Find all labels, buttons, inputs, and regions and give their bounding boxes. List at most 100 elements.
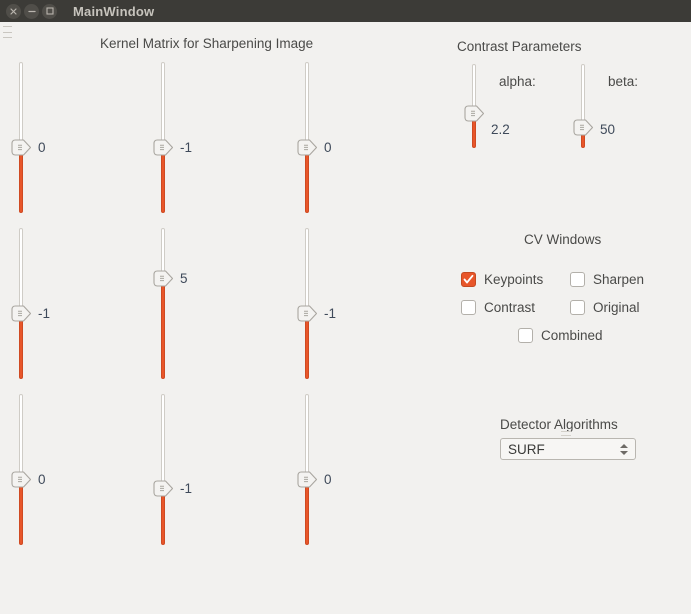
chevron-up-icon[interactable] — [620, 443, 628, 448]
contrast-params-heading: Contrast Parameters — [457, 39, 582, 54]
checkbox-combined[interactable] — [518, 328, 533, 343]
slider-value-label: -1 — [38, 306, 51, 321]
slider-name-label: beta: — [608, 74, 639, 89]
checkbox-label-keypoints: Keypoints — [484, 272, 544, 287]
slider-handle[interactable] — [11, 305, 32, 322]
maximize-button[interactable] — [42, 3, 57, 19]
slider-thumb-icon — [464, 105, 485, 122]
slider-track-upper[interactable] — [305, 228, 309, 311]
slider-thumb-icon — [11, 139, 32, 156]
slider-track-filled[interactable] — [305, 319, 309, 379]
slider-track-upper[interactable] — [305, 394, 309, 477]
slider-value-label: 5 — [180, 271, 188, 286]
kernel-matrix-heading: Kernel Matrix for Sharpening Image — [100, 36, 314, 51]
checkbox-row-combined[interactable]: Combined — [518, 328, 603, 343]
slider-track-filled[interactable] — [161, 153, 165, 213]
slider-thumb-icon — [153, 139, 174, 156]
slider-track-filled[interactable] — [161, 494, 165, 545]
contrast-slider-beta[interactable]: 50 beta: — [570, 64, 638, 148]
minimize-button[interactable] — [24, 3, 39, 19]
slider-track-filled[interactable] — [19, 485, 23, 545]
checkbox-contrast[interactable] — [461, 300, 476, 315]
grip-line — [3, 31, 12, 33]
grip-line — [3, 37, 12, 38]
combo-grip-handle[interactable] — [561, 431, 571, 436]
slider-value-label: -1 — [180, 481, 193, 496]
slider-thumb-icon — [11, 471, 32, 488]
slider-track-upper[interactable] — [472, 64, 476, 111]
grip-line — [561, 435, 571, 436]
checkbox-label-original: Original — [593, 300, 640, 315]
slider-handle[interactable] — [297, 139, 318, 156]
slider-thumb-icon — [11, 305, 32, 322]
close-button[interactable] — [6, 3, 21, 19]
slider-handle[interactable] — [153, 139, 174, 156]
slider-value-label: 0 — [324, 472, 332, 487]
slider-track-upper[interactable] — [19, 62, 23, 145]
kernel-slider-r3c2[interactable]: -1 — [150, 394, 192, 545]
slider-value-label: 50 — [600, 122, 616, 137]
checkmark-icon — [463, 274, 474, 284]
slider-handle[interactable] — [573, 119, 594, 136]
slider-track-upper[interactable] — [19, 228, 23, 311]
close-icon — [10, 7, 17, 15]
kernel-slider-r2c3[interactable]: -1 — [294, 228, 336, 379]
slider-handle[interactable] — [297, 471, 318, 488]
slider-thumb-icon — [573, 119, 594, 136]
title-bar: MainWindow — [0, 0, 691, 22]
kernel-slider-r3c1[interactable]: 0 — [8, 394, 46, 545]
slider-track-upper[interactable] — [161, 394, 165, 486]
checkbox-original[interactable] — [570, 300, 585, 315]
checkbox-keypoints[interactable] — [461, 272, 476, 287]
window-title: MainWindow — [73, 3, 155, 19]
slider-handle[interactable] — [153, 270, 174, 287]
checkbox-sharpen[interactable] — [570, 272, 585, 287]
slider-handle[interactable] — [11, 471, 32, 488]
panel-grip-handle[interactable] — [3, 26, 13, 38]
cv-windows-heading: CV Windows — [524, 232, 602, 247]
slider-track-upper[interactable] — [581, 64, 585, 125]
slider-track-upper[interactable] — [161, 228, 165, 276]
kernel-slider-r1c3[interactable]: 0 — [294, 62, 332, 213]
minimize-icon — [27, 10, 36, 12]
kernel-slider-r1c1[interactable]: 0 — [8, 62, 46, 213]
checkbox-label-contrast: Contrast — [484, 300, 536, 315]
slider-value-label: -1 — [180, 140, 193, 155]
slider-handle[interactable] — [11, 139, 32, 156]
detector-algorithms-heading: Detector Algorithms — [500, 417, 618, 432]
checkbox-row-original[interactable]: Original — [570, 300, 640, 315]
slider-handle[interactable] — [153, 480, 174, 497]
slider-track-filled[interactable] — [161, 284, 165, 379]
grip-line — [3, 26, 12, 27]
detector-algorithm-value: SURF — [508, 441, 545, 457]
checkbox-row-sharpen[interactable]: Sharpen — [570, 272, 644, 287]
slider-thumb-icon — [153, 480, 174, 497]
kernel-slider-r2c1[interactable]: -1 — [8, 228, 50, 379]
grip-line — [561, 431, 571, 432]
slider-track-filled[interactable] — [305, 153, 309, 213]
slider-handle[interactable] — [464, 105, 485, 122]
checkbox-label-combined: Combined — [541, 328, 603, 343]
slider-track-upper[interactable] — [19, 394, 23, 477]
contrast-slider-alpha[interactable]: 2.2 alpha: — [461, 64, 536, 148]
slider-track-filled[interactable] — [472, 119, 476, 148]
slider-track-filled[interactable] — [19, 153, 23, 213]
slider-value-label: 2.2 — [491, 122, 510, 137]
kernel-slider-r1c2[interactable]: -1 — [150, 62, 192, 213]
checkbox-row-keypoints[interactable]: Keypoints — [461, 272, 543, 287]
slider-handle[interactable] — [297, 305, 318, 322]
chevron-down-icon[interactable] — [620, 450, 628, 455]
checkbox-row-contrast[interactable]: Contrast — [461, 300, 535, 315]
slider-track-upper[interactable] — [161, 62, 165, 145]
slider-thumb-icon — [297, 139, 318, 156]
kernel-slider-r2c2[interactable]: 5 — [150, 228, 188, 379]
slider-thumb-icon — [153, 270, 174, 287]
kernel-slider-r3c3[interactable]: 0 — [294, 394, 332, 545]
checkbox-label-sharpen: Sharpen — [593, 272, 645, 287]
slider-track-upper[interactable] — [305, 62, 309, 145]
detector-algorithm-select[interactable]: SURF — [500, 438, 636, 460]
slider-track-filled[interactable] — [305, 485, 309, 545]
maximize-icon — [45, 7, 54, 15]
slider-track-filled[interactable] — [19, 319, 23, 379]
spinner-arrows[interactable] — [617, 443, 631, 455]
